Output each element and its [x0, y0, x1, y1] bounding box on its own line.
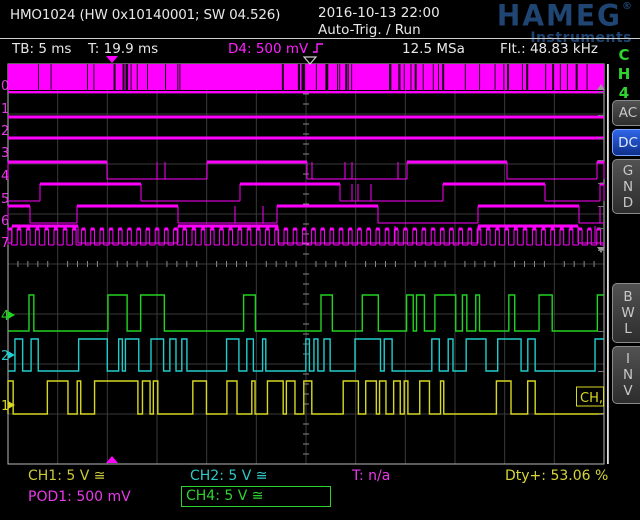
sidebar-button-dc[interactable]: DC [612, 129, 640, 156]
svg-text:0: 0 [1, 79, 9, 94]
ch4-readout: CH4: 5 V ≅ [186, 488, 264, 504]
pod1-readout: POD1: 500 mV [28, 489, 131, 505]
svg-text:4: 4 [1, 309, 9, 324]
svg-text:7: 7 [1, 236, 9, 251]
sidebar-button-gnd[interactable]: GND [612, 159, 640, 214]
duty-cycle-readout: Dty+: 53.06 % [505, 468, 608, 484]
waveform-display: 0 1 2 3 4 5 6 7 4 2 1 CH, [0, 0, 640, 520]
svg-text:5: 5 [1, 192, 9, 207]
svg-text:3: 3 [1, 146, 9, 161]
oscilloscope-screen: HMO1024 (HW 0x10140001; SW 04.526) 2016-… [0, 0, 640, 520]
svg-text:1: 1 [1, 399, 9, 414]
ch4-readout-box[interactable]: CH4: 5 V ≅ [181, 486, 331, 507]
svg-text:2: 2 [1, 124, 9, 139]
ch2-readout: CH2: 5 V ≅ [190, 468, 268, 484]
svg-text:CH,: CH, [580, 391, 603, 406]
svg-text:6: 6 [1, 214, 9, 229]
ch1-readout: CH1: 5 V ≅ [28, 468, 106, 484]
svg-text:1: 1 [1, 102, 9, 117]
svg-text:2: 2 [1, 349, 9, 364]
svg-text:4: 4 [1, 169, 9, 184]
sidebar-button-bwl[interactable]: BWL [612, 283, 640, 343]
sidebar-channel-title: CH4 [616, 46, 632, 103]
sidebar-button-inv[interactable]: INV [612, 346, 640, 404]
sidebar-button-ac[interactable]: AC [612, 100, 640, 126]
trigger-frequency-readout: T: n/a [352, 468, 390, 484]
